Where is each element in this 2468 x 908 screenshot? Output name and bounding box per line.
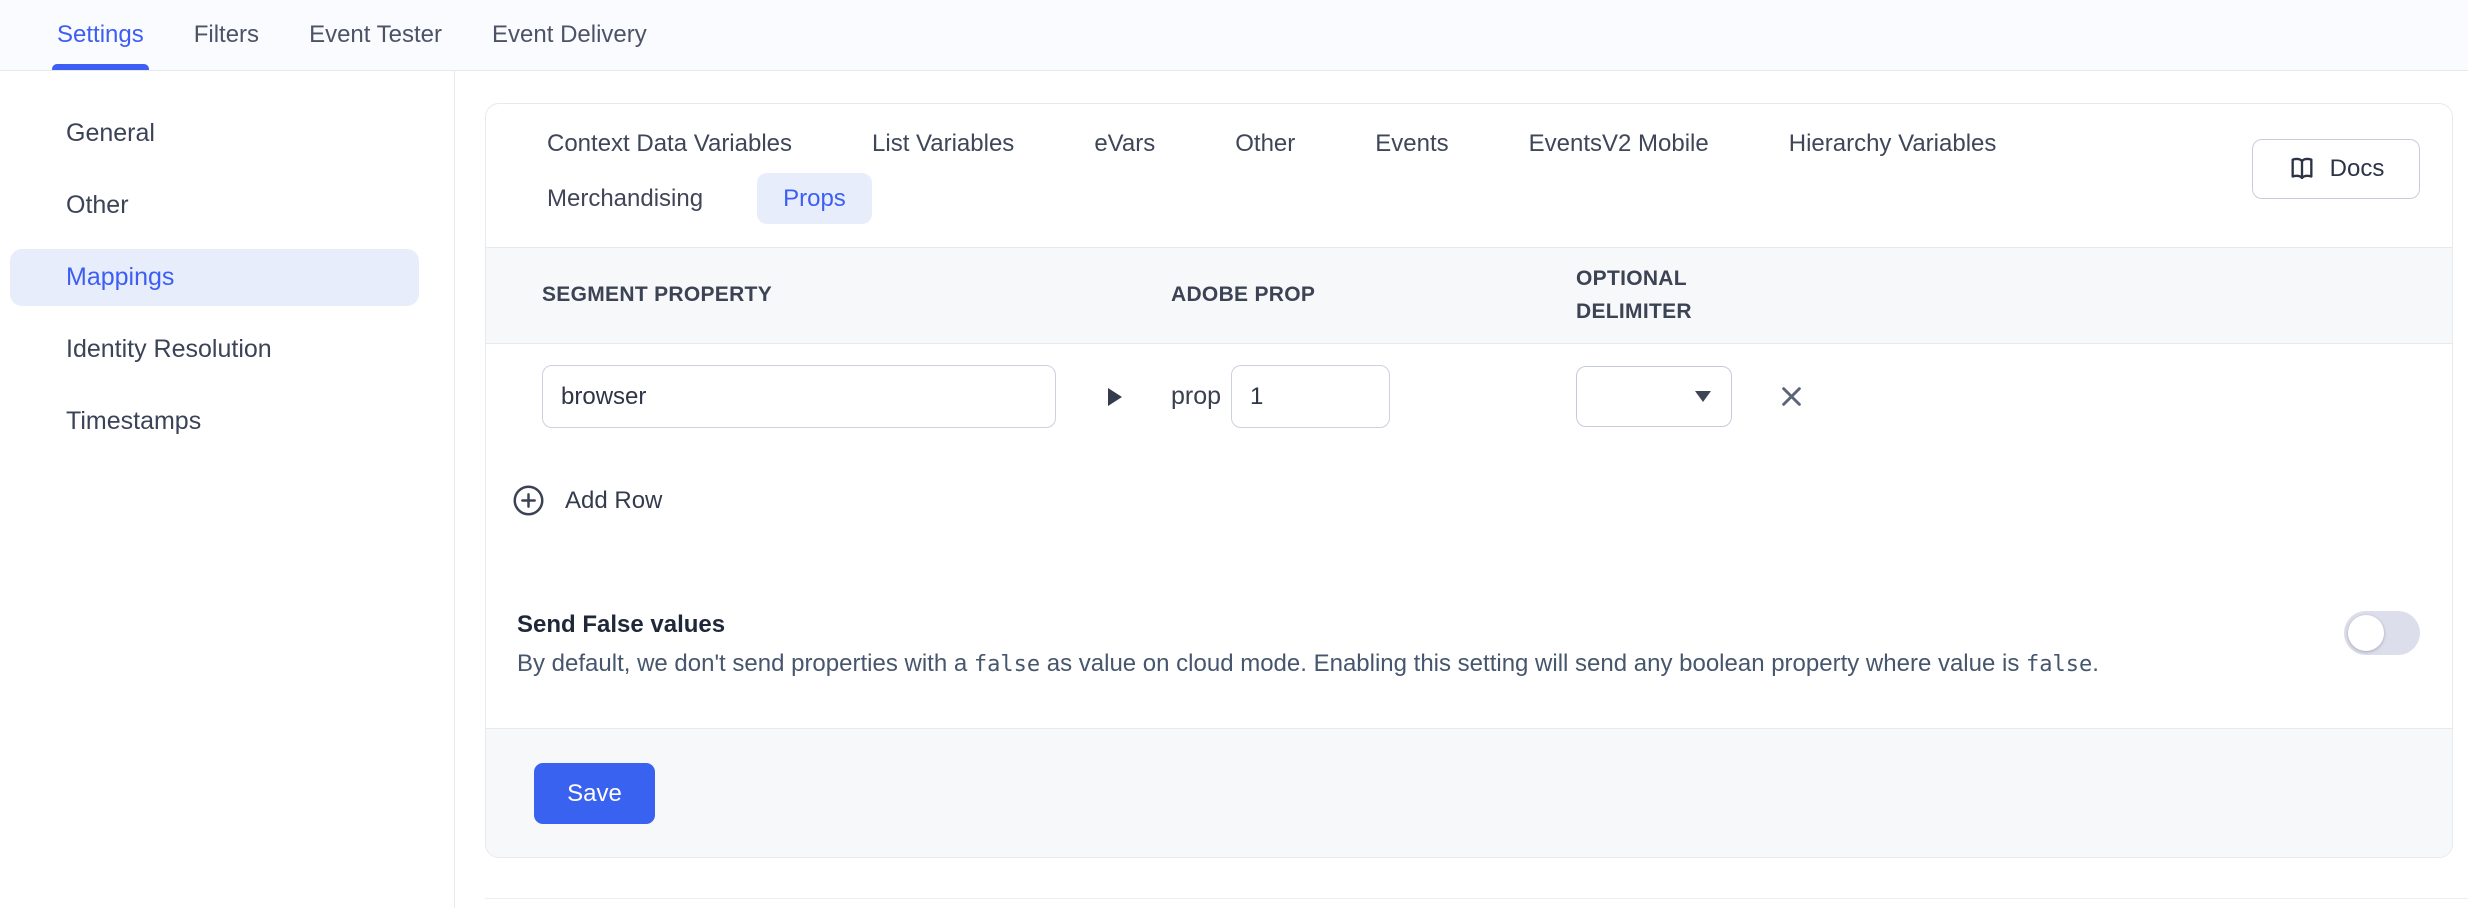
remove-row-button[interactable]	[1778, 383, 1805, 410]
tab-event-tester-label: Event Tester	[309, 21, 442, 49]
send-false-values-toggle[interactable]	[2344, 611, 2420, 655]
book-icon	[2288, 155, 2316, 183]
active-tab-underline	[52, 64, 149, 70]
tab-event-delivery-label: Event Delivery	[492, 21, 647, 49]
top-nav: Settings Filters Event Tester Event Deli…	[0, 0, 2468, 71]
sidebar-item-other[interactable]: Other	[10, 177, 419, 234]
send-false-values-text: Send False values By default, we don't s…	[517, 611, 2099, 685]
mapping-table-header: SEGMENT PROPERTY ADOBE PROP OPTIONAL DEL…	[486, 247, 2452, 344]
add-row-button[interactable]: Add Row	[512, 484, 662, 517]
tab-event-tester[interactable]: Event Tester	[309, 0, 442, 70]
chevron-down-icon	[1695, 391, 1711, 402]
tab-evars[interactable]: eVars	[1068, 118, 1181, 169]
tab-other[interactable]: Other	[1209, 118, 1321, 169]
tab-filters-label: Filters	[194, 21, 259, 49]
add-circle-icon	[512, 484, 545, 517]
mappings-card: Context Data Variables List Variables eV…	[485, 103, 2453, 858]
delimiter-select[interactable]	[1576, 366, 1732, 427]
description-text-1: By default, we don't send properties wit…	[517, 650, 974, 677]
false-code-1: false	[974, 652, 1040, 677]
column-header-segment-property: SEGMENT PROPERTY	[542, 279, 1171, 312]
segment-property-input[interactable]	[542, 365, 1056, 428]
tab-filters[interactable]: Filters	[194, 0, 259, 70]
mapping-tabs-row-2: Merchandising Props	[521, 173, 2242, 224]
mapping-tabs-row-1: Context Data Variables List Variables eV…	[521, 118, 2242, 169]
sidebar-item-mappings[interactable]: Mappings	[10, 249, 419, 306]
docs-button[interactable]: Docs	[2252, 139, 2420, 199]
add-row-label: Add Row	[565, 487, 662, 515]
description-text-3: .	[2092, 650, 2099, 677]
column-header-adobe-prop: ADOBE PROP	[1171, 279, 1576, 312]
mapping-tabs-header: Context Data Variables List Variables eV…	[486, 104, 2452, 247]
card-footer: Save	[486, 728, 2452, 857]
tab-merchandising[interactable]: Merchandising	[521, 173, 729, 224]
main-area: Context Data Variables List Variables eV…	[455, 71, 2468, 908]
description-text-2: as value on cloud mode. Enabling this se…	[1040, 650, 2026, 677]
tab-events[interactable]: Events	[1349, 118, 1474, 169]
table-row: prop	[486, 344, 2452, 428]
sidebar-item-general[interactable]: General	[10, 105, 419, 162]
tab-context-data-variables[interactable]: Context Data Variables	[521, 118, 818, 169]
segment-property-cell	[542, 365, 1171, 428]
save-button[interactable]: Save	[534, 763, 655, 824]
sidebar-item-timestamps[interactable]: Timestamps	[10, 393, 419, 450]
column-header-optional-delimiter: OPTIONAL DELIMITER	[1576, 263, 1746, 328]
tab-settings[interactable]: Settings	[57, 0, 144, 70]
docs-button-label: Docs	[2330, 155, 2385, 183]
prop-prefix-label: prop	[1171, 382, 1221, 411]
next-card-top-edge	[485, 898, 2468, 899]
send-false-values-title: Send False values	[517, 611, 2099, 639]
optional-delimiter-cell	[1576, 366, 2452, 427]
sidebar-item-identity-resolution[interactable]: Identity Resolution	[10, 321, 419, 378]
tab-settings-label: Settings	[57, 21, 144, 49]
tab-list-variables[interactable]: List Variables	[846, 118, 1040, 169]
content-area: General Other Mappings Identity Resoluti…	[0, 71, 2468, 908]
close-icon	[1778, 383, 1805, 410]
tab-props[interactable]: Props	[757, 173, 872, 224]
maps-to-arrow-icon	[1108, 388, 1122, 406]
adobe-prop-cell: prop	[1171, 365, 1576, 428]
settings-sidebar: General Other Mappings Identity Resoluti…	[0, 71, 455, 908]
tab-eventsv2-mobile[interactable]: EventsV2 Mobile	[1503, 118, 1735, 169]
false-code-2: false	[2026, 652, 2092, 677]
tab-hierarchy-variables[interactable]: Hierarchy Variables	[1763, 118, 2023, 169]
adobe-prop-number-input[interactable]	[1231, 365, 1390, 428]
toggle-knob	[2348, 615, 2384, 651]
send-false-values-section: Send False values By default, we don't s…	[517, 611, 2420, 685]
send-false-values-description: By default, we don't send properties wit…	[517, 642, 2099, 685]
tab-event-delivery[interactable]: Event Delivery	[492, 0, 647, 70]
